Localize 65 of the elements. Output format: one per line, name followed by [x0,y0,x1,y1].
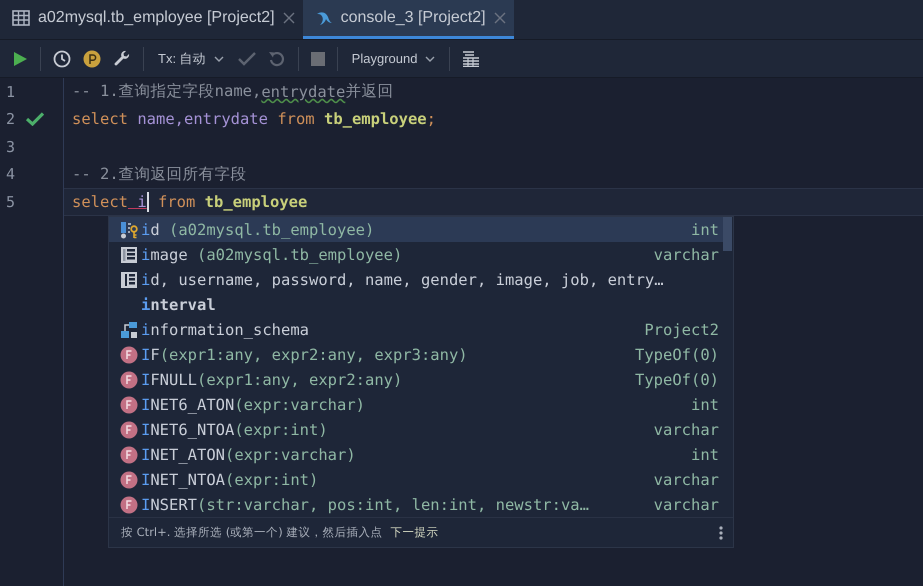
hint-text: 按 Ctrl+. 选择所选 (或第一个) 建议，然后插入点 [121,525,382,540]
table-layout-icon[interactable] [462,50,480,66]
function-icon [120,396,138,414]
code-table-name: tb_employee [204,192,308,211]
completion-item[interactable]: id, username, password, name, gender, image, job, entry… [109,267,723,292]
table-icon [12,9,30,27]
line-number: 5 [6,192,16,211]
completion-item[interactable]: INSERT(str:varchar, pos:int, len:int, newstr:va… varchar [109,492,723,517]
wrench-icon[interactable] [113,50,131,68]
code-comment: entrydate [261,82,346,101]
completion-item[interactable]: IFNULL(expr1:any, expr2:any) TypeOf(0) [109,367,723,392]
clock-icon[interactable] [53,50,71,68]
undo-icon[interactable] [268,50,286,68]
function-icon [120,370,138,388]
function-icon [120,346,138,364]
code-identifier: name,entrydate [137,110,269,128]
completion-item[interactable]: image (a02mysql.tb_employee) varchar [109,242,723,267]
key-column-icon [120,220,138,238]
code-keyword: select [72,110,129,128]
editor-tab[interactable]: console_3 [Project2] [302,0,514,39]
completion-item[interactable]: INET6_NTOA(expr:int) varchar [109,417,723,442]
line-number: 1 [6,82,16,101]
transaction-dropdown[interactable]: Tx: 自动 [156,50,226,68]
columns-icon [120,270,138,288]
code-keyword: from [157,192,196,211]
tab-label[interactable]: a02mysql.tb_employee [Project2] [38,9,275,27]
function-icon [120,420,138,438]
code-keyword: from [277,110,316,128]
scrollbar-thumb[interactable] [723,217,732,251]
code-identifier: i [136,192,147,211]
completion-item[interactable]: INET6_ATON(expr:varchar) int [109,392,723,417]
caret-icon [425,56,436,62]
more-icon[interactable] [719,526,723,540]
run-icon[interactable] [12,50,28,66]
function-icon [120,496,138,514]
line-number: 3 [6,138,16,156]
function-icon [120,446,138,464]
caret-icon [214,56,224,62]
editor-tab[interactable]: a02mysql.tb_employee [Project2] [0,0,303,39]
completion-item[interactable]: interval [109,292,723,317]
stop-icon[interactable] [310,52,325,66]
line-number: 4 [6,165,16,184]
completion-item[interactable]: INET_ATON(expr:varchar) int [109,442,723,467]
parameter-icon[interactable] [83,50,101,68]
completion-item[interactable]: INET_NTOA(expr:int) varchar [109,467,723,492]
schema-icon [120,320,138,338]
check-icon [26,112,44,126]
column-icon [120,246,138,264]
code-comment: 并返回 [345,81,394,102]
completion-item[interactable]: IF(expr1:any, expr2:any, expr3:any) TypeOf(0) [109,342,723,367]
hint-link[interactable]: 下一提示 [390,525,438,540]
completion-item[interactable]: id (a02mysql.tb_employee) int [109,217,723,242]
tab-label[interactable]: console_3 [Project2] [340,9,486,27]
code-keyword: select [72,192,128,211]
completion-item[interactable]: information_schema Project2 [109,317,723,342]
code-table-name: tb_employee [324,110,427,128]
code-keyword: ; [426,110,436,128]
code-comment: -- 1.查询指定字段name, [72,81,262,102]
close-icon[interactable] [282,12,295,24]
mode-dropdown[interactable]: Playground [350,51,438,66]
check-icon[interactable] [238,50,256,66]
code-comment: -- 2.查询返回所有字段 [72,164,247,185]
function-icon [120,470,138,488]
text-cursor [146,192,149,212]
line-number: 2 [6,110,16,128]
